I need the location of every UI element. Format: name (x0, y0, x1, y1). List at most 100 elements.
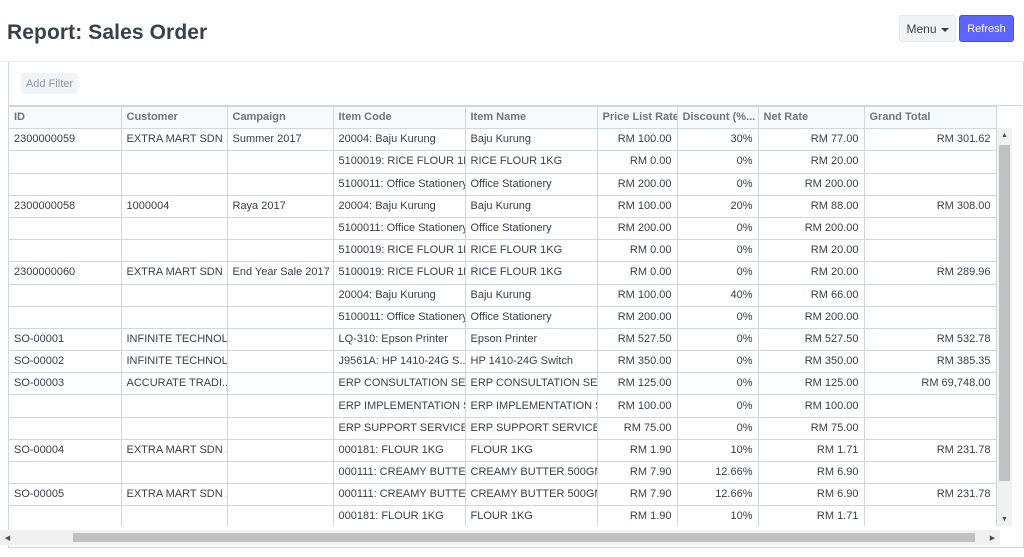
column-header[interactable]: ID (9, 106, 122, 130)
table-cell[interactable] (226, 172, 334, 196)
table-cell[interactable]: LQ-310: Epson Printer (332, 327, 466, 352)
table-cell[interactable]: 000111: CREAMY BUTTE... (332, 483, 466, 507)
arrow-right-icon[interactable]: ▶ (985, 530, 1000, 545)
table-cell[interactable]: Epson Printer (464, 327, 598, 352)
table-cell[interactable]: RM 1.71 (757, 505, 865, 526)
table-cell[interactable] (120, 239, 228, 263)
table-row[interactable]: ERP SUPPORT SERVICES ERP SUPPORT SERVICES… (9, 416, 997, 440)
table-row[interactable]: 5100011: Office Stationery Office Station… (9, 172, 997, 196)
table-cell[interactable]: 0% (676, 327, 759, 352)
table-cell[interactable]: 1000004 (120, 194, 228, 218)
column-header[interactable]: Customer (120, 106, 228, 130)
table-cell[interactable]: 000181: FLOUR 1KG (332, 438, 466, 463)
table-cell[interactable]: ACCURATE TRADI... (120, 372, 228, 396)
table-row[interactable]: SO-00001 INFINITE TECHNOL... LQ-310: Epson… (9, 327, 997, 352)
table-cell[interactable]: RM 75.00 (596, 416, 678, 440)
table-row[interactable]: SO-00005 EXTRA MART SDN ... 000111: CREAMY… (9, 483, 997, 507)
table-cell[interactable]: 12.66% (676, 460, 759, 485)
horizontal-scroll-thumb[interactable] (73, 533, 975, 542)
table-cell[interactable] (226, 460, 334, 485)
vertical-scroll-thumb[interactable] (999, 145, 1010, 481)
table-row[interactable]: 2300000060 EXTRA MART SDN ... End Year Sal… (9, 261, 997, 285)
table-cell[interactable]: 10% (676, 505, 759, 526)
column-header[interactable]: Net Rate (757, 106, 865, 130)
table-cell[interactable]: RM 6.90 (757, 483, 865, 507)
table-row[interactable]: 000111: CREAMY BUTTE... CREAMY BUTTER 500… (9, 460, 997, 485)
table-cell[interactable]: RM 200.00 (757, 172, 865, 196)
table-cell[interactable] (120, 460, 228, 485)
table-cell[interactable]: INFINITE TECHNOL... (120, 350, 228, 374)
table-cell[interactable]: RM 7.90 (596, 460, 678, 485)
vertical-scrollbar[interactable]: ▲ ▼ (997, 128, 1012, 526)
table-cell[interactable]: RM 301.62 (863, 128, 997, 152)
table-cell[interactable]: FLOUR 1KG (464, 505, 598, 526)
table-cell[interactable]: 5100011: Office Stationery (332, 216, 466, 241)
table-cell[interactable]: CREAMY BUTTER 500GM (464, 483, 598, 507)
arrow-up-icon[interactable]: ▲ (997, 128, 1012, 142)
table-cell[interactable] (863, 150, 997, 174)
table-cell[interactable]: RM 1.71 (757, 438, 865, 463)
table-cell[interactable]: EXTRA MART SDN ... (120, 483, 228, 507)
table-cell[interactable]: RM 532.78 (863, 327, 997, 352)
table-cell[interactable]: RM 200.00 (596, 172, 678, 196)
table-cell[interactable]: RM 69,748.00 (863, 372, 997, 396)
column-header[interactable]: Campaign (226, 106, 334, 130)
arrow-down-icon[interactable]: ▼ (997, 512, 1012, 526)
table-cell[interactable] (226, 283, 334, 307)
table-cell[interactable] (226, 150, 334, 174)
table-cell[interactable] (226, 505, 334, 526)
table-cell[interactable]: RM 200.00 (757, 305, 865, 329)
table-cell[interactable]: RM 1.90 (596, 438, 678, 463)
horizontal-scrollbar[interactable]: ◀ ▶ (0, 530, 1000, 545)
table-cell[interactable]: RM 100.00 (757, 394, 865, 418)
table-cell[interactable]: 2300000060 (9, 261, 122, 285)
table-cell[interactable]: RM 100.00 (596, 128, 678, 152)
table-cell[interactable]: ERP SUPPORT SERVICES (464, 416, 598, 440)
table-cell[interactable]: 0% (676, 261, 759, 285)
table-cell[interactable]: FLOUR 1KG (464, 438, 598, 463)
table-cell[interactable] (226, 438, 334, 463)
table-cell[interactable]: SO-00001 (9, 327, 122, 352)
table-row[interactable]: 5100011: Office Stationery Office Station… (9, 305, 997, 329)
table-cell[interactable]: 000181: FLOUR 1KG (332, 505, 466, 526)
table-cell[interactable]: 0% (676, 150, 759, 174)
table-cell[interactable]: Office Stationery (464, 216, 598, 241)
table-cell[interactable] (9, 394, 122, 418)
table-cell[interactable]: ERP IMPLEMENTATION S... (332, 394, 466, 418)
table-cell[interactable]: RM 0.00 (596, 150, 678, 174)
table-cell[interactable]: 20% (676, 194, 759, 218)
table-row[interactable]: SO-00003 ACCURATE TRADI... ERP CONSULTATIO… (9, 372, 997, 396)
table-cell[interactable] (226, 350, 334, 374)
table-cell[interactable]: 5100011: Office Stationery (332, 172, 466, 196)
table-cell[interactable]: RM 200.00 (757, 216, 865, 241)
table-cell[interactable] (120, 283, 228, 307)
table-cell[interactable] (9, 283, 122, 307)
table-cell[interactable] (120, 505, 228, 526)
table-cell[interactable]: Baju Kurung (464, 128, 598, 152)
table-cell[interactable] (863, 505, 997, 526)
table-cell[interactable]: EXTRA MART SDN ... (120, 261, 228, 285)
table-cell[interactable]: ERP IMPLEMENTATION S... (464, 394, 598, 418)
table-cell[interactable]: 20004: Baju Kurung (332, 194, 466, 218)
table-cell[interactable]: Office Stationery (464, 172, 598, 196)
table-cell[interactable]: 2300000058 (9, 194, 122, 218)
table-cell[interactable] (226, 416, 334, 440)
table-cell[interactable] (226, 372, 334, 396)
table-cell[interactable]: 2300000059 (9, 128, 122, 152)
column-header[interactable]: Item Code (332, 106, 466, 130)
table-cell[interactable] (226, 394, 334, 418)
table-cell[interactable] (120, 394, 228, 418)
table-cell[interactable]: RICE FLOUR 1KG (464, 150, 598, 174)
table-cell[interactable] (120, 305, 228, 329)
table-cell[interactable]: 0% (676, 305, 759, 329)
table-cell[interactable]: INFINITE TECHNOL... (120, 327, 228, 352)
table-cell[interactable]: RM 527.50 (596, 327, 678, 352)
table-cell[interactable]: SO-00002 (9, 350, 122, 374)
refresh-button[interactable]: Refresh (959, 15, 1014, 42)
table-cell[interactable]: 10% (676, 438, 759, 463)
table-cell[interactable]: 000111: CREAMY BUTTE... (332, 460, 466, 485)
table-cell[interactable] (226, 216, 334, 241)
table-cell[interactable]: 12.66% (676, 483, 759, 507)
table-cell[interactable]: Baju Kurung (464, 194, 598, 218)
table-cell[interactable] (863, 416, 997, 440)
